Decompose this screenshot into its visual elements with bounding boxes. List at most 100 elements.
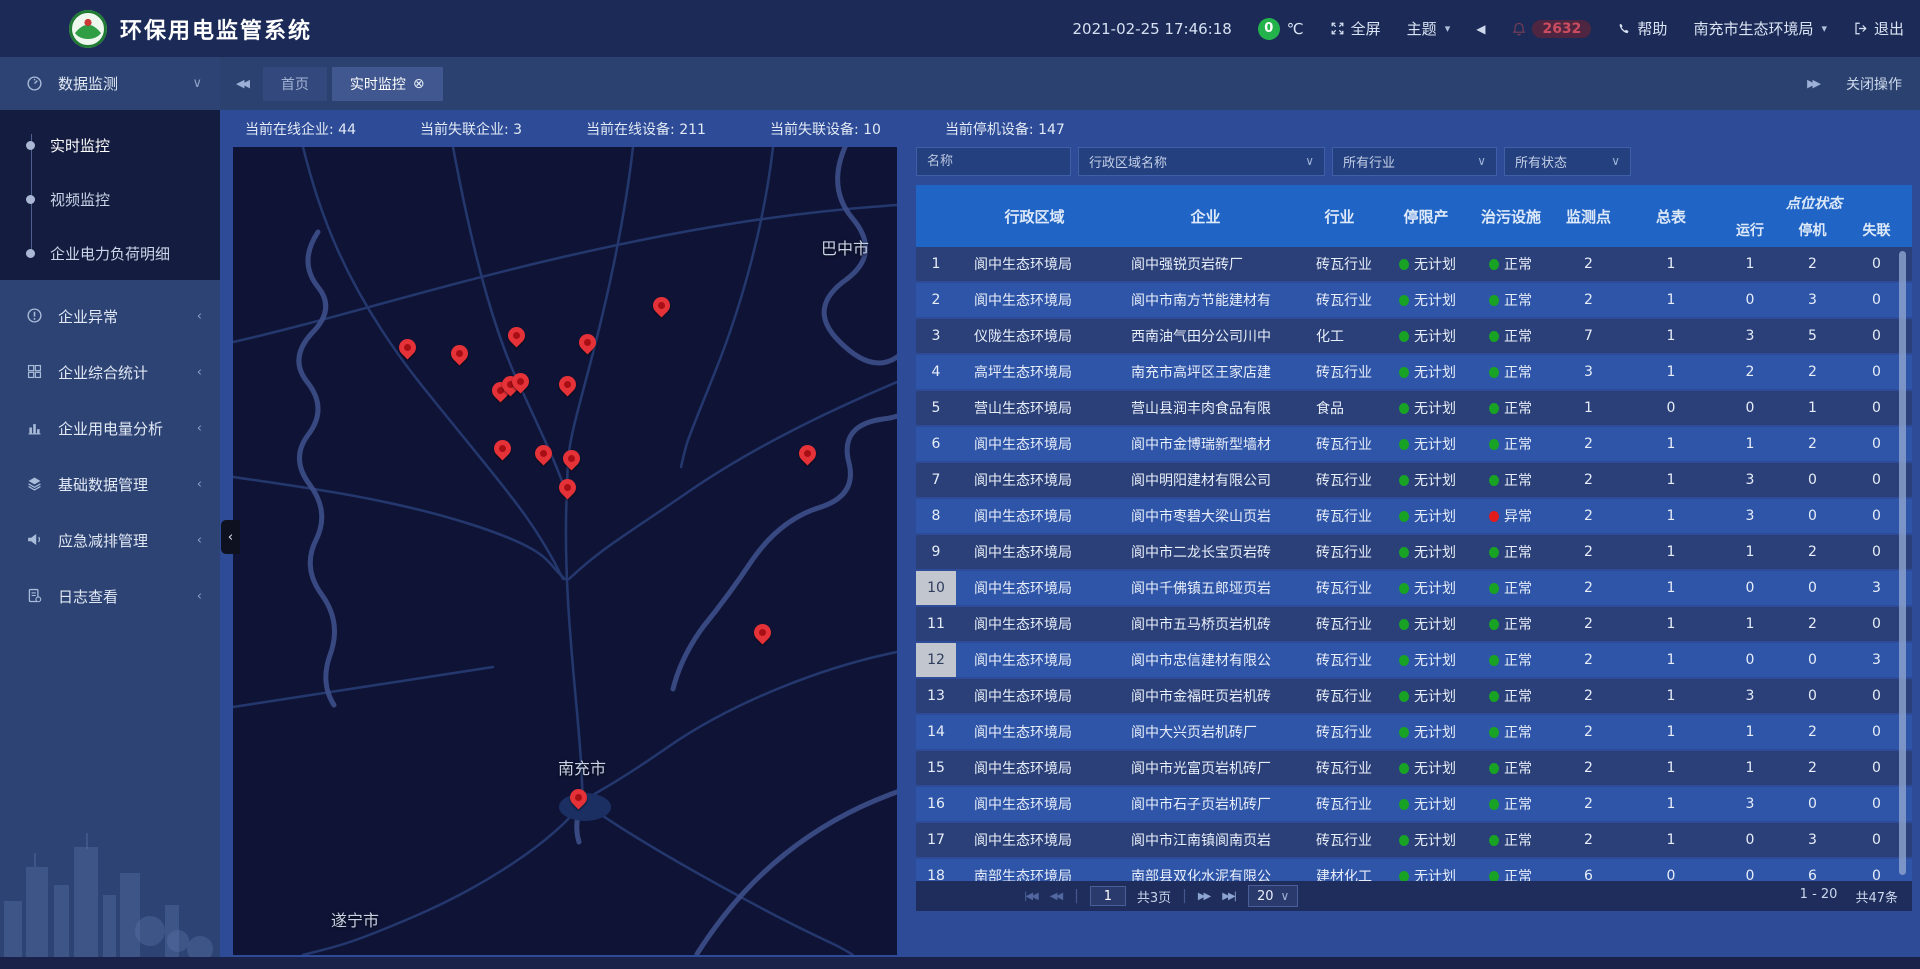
cell-company: 阆中强锐页岩砖厂 (1113, 247, 1298, 281)
table-row[interactable]: 6 阆中生态环境局 阆中市金博瑞新型墙材 砖瓦行业 无计划 正常 2 1 1 2… (916, 427, 1912, 461)
name-search-input[interactable] (927, 154, 1060, 169)
sidebar-item-5[interactable]: 应急减排管理‹ (0, 512, 220, 568)
sidebar-subitem-1[interactable]: 视频监控 (0, 172, 220, 226)
cell-treatment-facility: 异常 (1471, 499, 1551, 533)
green-status-dot-icon (1489, 547, 1499, 558)
table-row[interactable]: 5 营山生态环境局 营山县润丰肉食品有限 食品 无计划 正常 1 0 0 1 0 (916, 391, 1912, 425)
sidebar-item-6[interactable]: 日志查看‹ (0, 568, 220, 624)
name-search-field[interactable] (916, 147, 1071, 176)
tab-scroll-right-icon[interactable] (1807, 77, 1818, 90)
fullscreen-button[interactable]: 全屏 (1330, 18, 1381, 39)
green-status-dot-icon (1399, 583, 1409, 594)
logout-button[interactable]: 退出 (1853, 18, 1904, 39)
table-row[interactable]: 18 南部生态环境局 南部县双化水泥有限公 建材化工 无计划 正常 6 0 0 … (916, 859, 1912, 881)
green-status-dot-icon (1399, 511, 1409, 522)
industry-select[interactable]: 所有行业 (1332, 147, 1497, 176)
bottom-strip (0, 957, 1920, 969)
sidebar-collapse-handle[interactable] (221, 520, 240, 554)
previous-page-icon[interactable] (1050, 891, 1063, 902)
cell-monitor-count: 2 (1551, 571, 1626, 605)
cell-industry: 砖瓦行业 (1298, 463, 1381, 497)
sidebar-item-0[interactable]: 数据监测∨ (0, 57, 220, 110)
table-row[interactable]: 10 阆中生态环境局 阆中千佛镇五郎垭页岩 砖瓦行业 无计划 正常 2 1 0 … (916, 571, 1912, 605)
cell-run-count: 0 (1716, 859, 1784, 881)
sidebar-item-3[interactable]: 企业用电量分析‹ (0, 400, 220, 456)
mute-speaker-icon[interactable] (1476, 22, 1485, 36)
sidebar-submenu: 实时监控视频监控企业电力负荷明细 (0, 110, 220, 280)
tab-home[interactable]: 首页 (263, 67, 327, 101)
user-org-dropdown[interactable]: 南充市生态环境局 (1693, 18, 1827, 39)
cell-monitor-count: 2 (1551, 499, 1626, 533)
cell-treatment-facility: 正常 (1471, 247, 1551, 281)
sidebar-subitem-2[interactable]: 企业电力负荷明细 (0, 226, 220, 280)
tab-realtime-label: 实时监控 (350, 74, 406, 94)
cell-treatment-facility: 正常 (1471, 859, 1551, 881)
sidebar-item-label: 企业用电量分析 (58, 418, 163, 439)
cell-monitor-count: 2 (1551, 283, 1626, 317)
cell-monitor-count: 2 (1551, 787, 1626, 821)
cell-stop-production: 无计划 (1381, 751, 1471, 785)
table-row[interactable]: 17 阆中生态环境局 阆中市江南镇阆南页岩 砖瓦行业 无计划 正常 2 1 0 … (916, 823, 1912, 857)
cell-meter-count: 1 (1626, 283, 1716, 317)
chevron-left-icon: ‹ (197, 309, 202, 324)
tab-scroll-left-icon[interactable] (236, 77, 247, 90)
status-select[interactable]: 所有状态 (1504, 147, 1631, 176)
table-scrollbar[interactable] (1899, 251, 1906, 875)
sidebar-item-label: 数据监测 (58, 73, 118, 94)
sidebar-item-1[interactable]: 企业异常‹ (0, 288, 220, 344)
green-status-dot-icon (1489, 439, 1499, 450)
row-number: 15 (916, 751, 956, 785)
region-select[interactable]: 行政区域名称 (1078, 147, 1325, 176)
table-row[interactable]: 16 阆中生态环境局 阆中市石子页岩机砖厂 砖瓦行业 无计划 正常 2 1 3 … (916, 787, 1912, 821)
cell-region: 阆中生态环境局 (956, 283, 1113, 317)
notification-button[interactable]: 2632 (1511, 20, 1591, 38)
close-operations-button[interactable]: 关闭操作 (1846, 74, 1902, 94)
last-page-icon[interactable] (1222, 891, 1237, 902)
cell-treatment-facility: 正常 (1471, 427, 1551, 461)
cell-region: 阆中生态环境局 (956, 787, 1113, 821)
row-number: 5 (916, 391, 956, 425)
theme-dropdown[interactable]: 主题 (1407, 18, 1451, 39)
cell-halt-count: 2 (1784, 751, 1841, 785)
table-row[interactable]: 3 仪陇生态环境局 西南油气田分公司川中 化工 无计划 正常 7 1 3 5 0 (916, 319, 1912, 353)
cell-meter-count: 1 (1626, 643, 1716, 677)
filter-bar: 行政区域名称 所有行业 所有状态 (916, 147, 1631, 176)
sidebar-item-label: 基础数据管理 (58, 474, 148, 495)
tab-close-icon[interactable] (413, 76, 425, 92)
table-row[interactable]: 8 阆中生态环境局 阆中市枣碧大梁山页岩 砖瓦行业 无计划 异常 2 1 3 0… (916, 499, 1912, 533)
table-row[interactable]: 7 阆中生态环境局 阆中明阳建材有限公司 砖瓦行业 无计划 正常 2 1 3 0… (916, 463, 1912, 497)
table-row[interactable]: 2 阆中生态环境局 阆中市南方节能建材有 砖瓦行业 无计划 正常 2 1 0 3… (916, 283, 1912, 317)
table-row[interactable]: 11 阆中生态环境局 阆中市五马桥页岩机砖 砖瓦行业 无计划 正常 2 1 1 … (916, 607, 1912, 641)
row-number: 18 (916, 859, 956, 881)
sidebar-item-2[interactable]: 企业综合统计‹ (0, 344, 220, 400)
table-row[interactable]: 12 阆中生态环境局 阆中市忠信建材有限公 砖瓦行业 无计划 正常 2 1 0 … (916, 643, 1912, 677)
table-row[interactable]: 4 高坪生态环境局 南充市高坪区王家店建 砖瓦行业 无计划 正常 3 1 2 2… (916, 355, 1912, 389)
table-body: 1 阆中生态环境局 阆中强锐页岩砖厂 砖瓦行业 无计划 正常 2 1 1 2 0… (916, 247, 1912, 881)
chevron-left-icon: ‹ (197, 533, 202, 548)
header-stop-production: 停限产 (1381, 185, 1471, 247)
header-lost: 失联 (1841, 213, 1912, 247)
table-row[interactable]: 15 阆中生态环境局 阆中市光富页岩机砖厂 砖瓦行业 无计划 正常 2 1 1 … (916, 751, 1912, 785)
cell-industry: 砖瓦行业 (1298, 823, 1381, 857)
cell-treatment-facility: 正常 (1471, 643, 1551, 677)
megaphone-icon (26, 531, 46, 549)
row-number: 16 (916, 787, 956, 821)
log-doc-icon (26, 587, 46, 605)
cell-stop-production: 无计划 (1381, 859, 1471, 881)
tab-realtime-monitor[interactable]: 实时监控 (332, 67, 443, 101)
table-row[interactable]: 13 阆中生态环境局 阆中市金福旺页岩机砖 砖瓦行业 无计划 正常 2 1 3 … (916, 679, 1912, 713)
next-page-icon[interactable] (1198, 891, 1211, 902)
page-size-select[interactable]: 20 (1248, 885, 1298, 907)
stat-item: 当前停机设备: 147 (945, 119, 1065, 139)
first-page-icon[interactable] (1024, 891, 1039, 902)
page-number-input[interactable] (1090, 886, 1126, 906)
help-button[interactable]: 帮助 (1617, 18, 1667, 39)
sidebar-subitem-0[interactable]: 实时监控 (0, 118, 220, 172)
map-panel[interactable]: 巴中市南充市遂宁市 (233, 147, 897, 955)
table-row[interactable]: 1 阆中生态环境局 阆中强锐页岩砖厂 砖瓦行业 无计划 正常 2 1 1 2 0 (916, 247, 1912, 281)
sidebar-item-4[interactable]: 基础数据管理‹ (0, 456, 220, 512)
header-monitor-point: 监测点 (1551, 185, 1626, 247)
table-row[interactable]: 14 阆中生态环境局 阆中大兴页岩机砖厂 砖瓦行业 无计划 正常 2 1 1 2… (916, 715, 1912, 749)
datetime-label: 2021-02-25 17:46:18 (1072, 20, 1231, 38)
table-row[interactable]: 9 阆中生态环境局 阆中市二龙长宝页岩砖 砖瓦行业 无计划 正常 2 1 1 2… (916, 535, 1912, 569)
